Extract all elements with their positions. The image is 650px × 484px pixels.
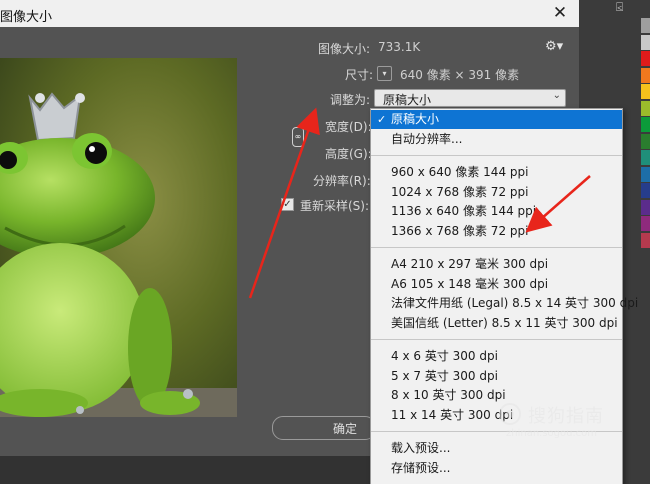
menu-item-label: 8 x 10 英寸 300 dpi bbox=[391, 388, 506, 402]
color-swatch[interactable] bbox=[641, 150, 650, 165]
frog-illustration bbox=[0, 58, 237, 417]
gear-icon[interactable]: ⚙▾ bbox=[545, 39, 563, 54]
color-swatch[interactable] bbox=[641, 166, 650, 182]
menu-item-label: 4 x 6 英寸 300 dpi bbox=[391, 349, 498, 363]
menu-item-label: 自动分辨率... bbox=[391, 131, 463, 146]
watermark-text: 搜狗指南 bbox=[528, 406, 604, 427]
menu-item-label: 法律文件用纸 (Legal) 8.5 x 14 英寸 300 dpi bbox=[391, 296, 639, 310]
dimensions-label: 尺寸: bbox=[345, 68, 374, 82]
menu-item-label: 960 x 640 像素 144 ppi bbox=[391, 165, 529, 179]
ok-button-label: 确定 bbox=[333, 422, 358, 436]
color-swatch[interactable] bbox=[641, 199, 650, 215]
menu-item-label: A6 105 x 148 毫米 300 dpi bbox=[391, 276, 549, 291]
menu-item[interactable]: 960 x 640 像素 144 ppi bbox=[371, 163, 622, 182]
color-swatch[interactable] bbox=[641, 216, 650, 231]
menu-item[interactable]: 5 x 7 英寸 300 dpi bbox=[371, 367, 622, 386]
color-swatch[interactable] bbox=[641, 232, 650, 248]
ok-button[interactable]: 确定 bbox=[272, 416, 376, 440]
app-frame: 图像大小 ✕ ⚙▾ 图像大小: 733.1K 尺寸: ▾ 640 像素 × 39… bbox=[0, 0, 650, 484]
color-swatch[interactable] bbox=[641, 100, 650, 116]
color-swatch[interactable] bbox=[641, 18, 650, 33]
menu-separator bbox=[371, 339, 622, 340]
fit-to-select-value: 原稿大小 bbox=[383, 93, 432, 107]
menu-item[interactable]: 4 x 6 英寸 300 dpi bbox=[371, 347, 622, 366]
close-icon[interactable]: ✕ bbox=[550, 3, 570, 23]
color-swatch[interactable] bbox=[641, 133, 650, 149]
width-label: 宽度(D): bbox=[325, 120, 372, 134]
chevron-down-icon[interactable]: ▾ bbox=[377, 66, 392, 81]
menu-item-label: 1024 x 768 像素 72 ppi bbox=[391, 184, 529, 199]
color-swatch[interactable] bbox=[641, 117, 650, 132]
menu-item-label: 5 x 7 英寸 300 dpi bbox=[391, 368, 498, 383]
fit-to-label: 调整为: bbox=[330, 93, 371, 107]
menu-separator bbox=[371, 247, 622, 248]
color-swatch[interactable] bbox=[641, 67, 650, 83]
resolution-label: 分辨率(R): bbox=[313, 174, 371, 188]
fit-to-select[interactable]: 原稿大小 ⌄ bbox=[374, 89, 566, 107]
resample-checkbox[interactable]: ✓ bbox=[281, 198, 294, 211]
checkmark-icon: ✓ bbox=[377, 113, 387, 126]
menu-item[interactable]: A4 210 x 297 毫米 300 dpi bbox=[371, 255, 622, 274]
color-swatch[interactable] bbox=[641, 34, 650, 50]
menu-item-label: 11 x 14 英寸 300 dpi bbox=[391, 407, 514, 422]
dimensions-value: 640 像素 × 391 像素 bbox=[400, 68, 520, 82]
panel-tool-icon[interactable]: ⍃ bbox=[616, 0, 636, 14]
image-size-value: 733.1K bbox=[378, 40, 421, 54]
color-swatch[interactable] bbox=[641, 51, 650, 66]
menu-item-label: 1136 x 640 像素 144 ppi bbox=[391, 204, 537, 218]
menu-item[interactable]: ✓ 原稿大小 bbox=[371, 110, 622, 129]
watermark-url: zhinan.sogou.com bbox=[506, 428, 598, 439]
dialog-titlebar: 图像大小 ✕ bbox=[0, 0, 579, 27]
menu-item-label: 美国信纸 (Letter) 8.5 x 11 英寸 300 dpi bbox=[391, 315, 618, 330]
menu-item-label: 原稿大小 bbox=[391, 112, 440, 126]
menu-item-label: 存储预设... bbox=[391, 460, 451, 475]
menu-item[interactable]: 法律文件用纸 (Legal) 8.5 x 14 英寸 300 dpi bbox=[371, 294, 638, 313]
chevron-down-icon: ⌄ bbox=[552, 90, 561, 101]
color-swatch[interactable] bbox=[641, 84, 650, 99]
resample-label: 重新采样(S): bbox=[300, 199, 370, 213]
watermark: 搜狗指南 zhinan.sogou.com bbox=[498, 402, 628, 462]
menu-item-label: A4 210 x 297 毫米 300 dpi bbox=[391, 257, 549, 271]
color-swatch[interactable] bbox=[641, 183, 650, 198]
image-preview bbox=[0, 58, 237, 417]
menu-item[interactable]: 1024 x 768 像素 72 ppi bbox=[371, 183, 622, 202]
menu-item[interactable]: A6 105 x 148 毫米 300 dpi bbox=[371, 275, 622, 294]
menu-item[interactable]: 美国信纸 (Letter) 8.5 x 11 英寸 300 dpi bbox=[371, 314, 622, 333]
dialog-title: 图像大小 bbox=[0, 10, 53, 25]
menu-item-label: 载入预设... bbox=[391, 441, 451, 455]
menu-item[interactable]: 自动分辨率... bbox=[371, 130, 622, 149]
image-size-label: 图像大小: bbox=[318, 42, 371, 56]
menu-separator bbox=[371, 155, 622, 156]
height-label: 高度(G): bbox=[325, 147, 372, 161]
menu-item[interactable]: 1366 x 768 像素 72 ppi bbox=[371, 222, 622, 241]
watermark-logo-icon bbox=[499, 403, 521, 425]
menu-item-label: 1366 x 768 像素 72 ppi bbox=[391, 223, 529, 238]
chain-link-icon[interactable]: ∞ bbox=[292, 127, 304, 147]
menu-item[interactable]: 1136 x 640 像素 144 ppi bbox=[371, 202, 622, 221]
